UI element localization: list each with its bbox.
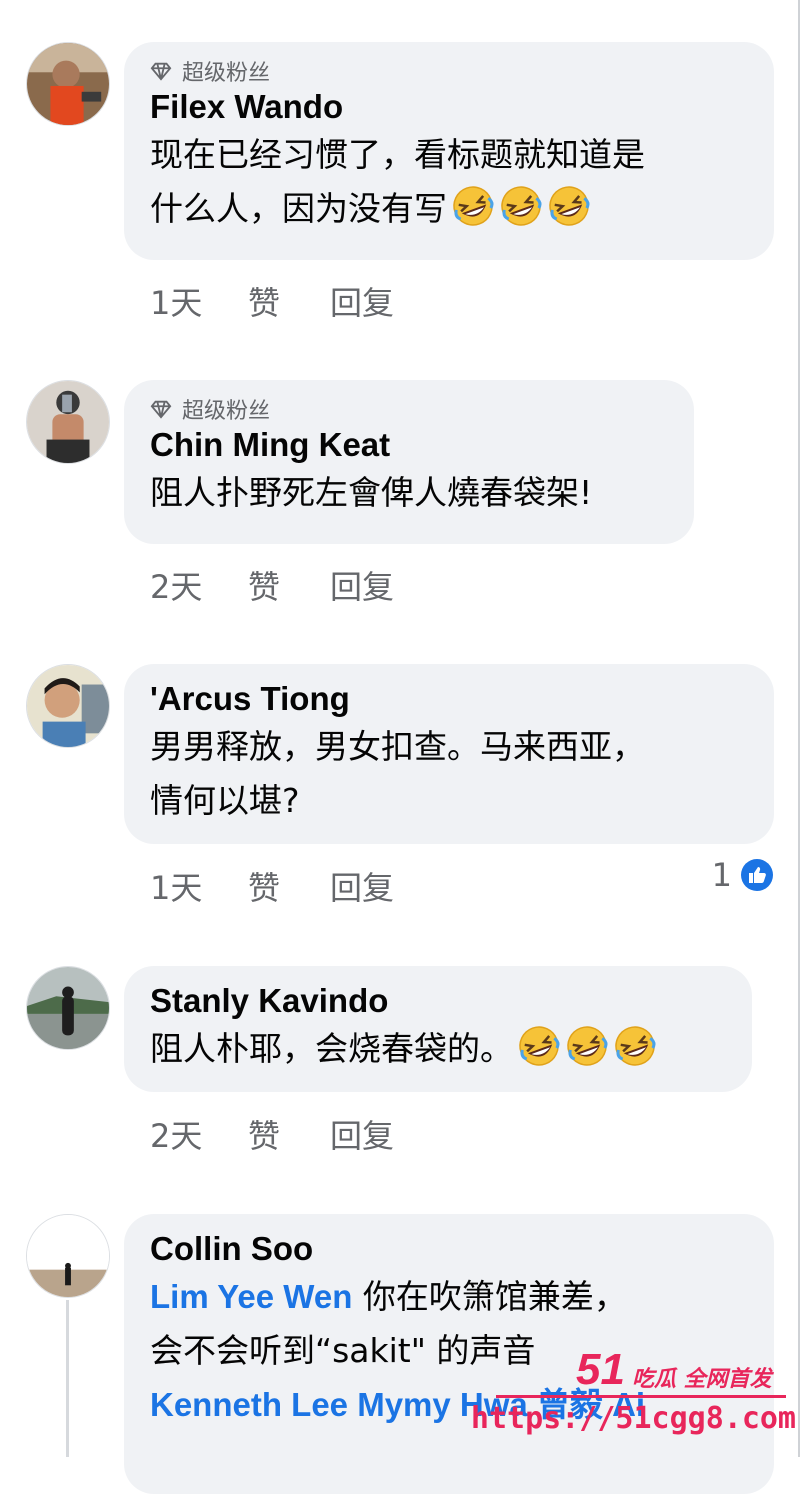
- comment-text-line: 阻人扑野死左會俾人燒春袋架!: [150, 473, 593, 512]
- mention-link[interactable]: Lim Yee Wen: [150, 1278, 352, 1315]
- comment-author[interactable]: Stanly Kavindo: [150, 980, 726, 1022]
- diamond-icon: [150, 400, 172, 419]
- comment-time[interactable]: 1天: [150, 278, 248, 324]
- reply-button[interactable]: 回复: [330, 1111, 394, 1157]
- badge-label: 超级粉丝: [182, 399, 271, 424]
- reply-button[interactable]: 回复: [330, 562, 394, 608]
- avatar[interactable]: [26, 42, 110, 126]
- comment-author[interactable]: Filex Wando: [150, 86, 748, 128]
- like-button[interactable]: 赞: [248, 1111, 330, 1157]
- comment-time[interactable]: 2天: [150, 1111, 248, 1157]
- comment-text: 阻人朴耶，会烧春袋的。: [150, 1029, 513, 1068]
- comment-text: 什么人，因为没有写: [150, 189, 447, 228]
- comment-bubble: Stanly Kavindo 阻人朴耶，会烧春袋的。: [124, 966, 752, 1092]
- comment-text-line: Lim Yee Wen 你在吹箫馆兼差，: [150, 1270, 748, 1324]
- comment-text-line: 阻人朴耶，会烧春袋的。: [150, 1022, 726, 1076]
- comment-text-line: 情何以堪?: [150, 781, 300, 820]
- reaction-count: 1: [711, 856, 732, 894]
- watermark-url: https://51cgg8.com: [470, 1401, 796, 1436]
- like-reaction-icon: [741, 859, 773, 891]
- rolling-laughing-emoji-icon: [519, 1026, 560, 1066]
- comment-time[interactable]: 1天: [150, 863, 248, 909]
- thread-connector: [66, 1300, 69, 1457]
- top-fan-badge: 超级粉丝: [150, 56, 748, 86]
- rolling-laughing-emoji-icon: [567, 1026, 608, 1066]
- avatar[interactable]: [26, 966, 110, 1050]
- rolling-laughing-emoji-icon: [549, 186, 590, 226]
- watermark-logo: 51: [576, 1345, 625, 1394]
- comment-meta: 2天 赞 回复: [150, 562, 394, 608]
- comment-author[interactable]: Collin Soo: [150, 1228, 748, 1270]
- avatar[interactable]: [26, 1214, 110, 1298]
- comment-text-line: 什么人，因为没有写: [150, 182, 748, 236]
- rolling-laughing-emoji-icon: [615, 1026, 656, 1066]
- diamond-icon: [150, 62, 172, 81]
- comment-text-line: 现在已经习惯了，看标题就知道是: [150, 135, 645, 174]
- avatar[interactable]: [26, 664, 110, 748]
- comment-bubble: 超级粉丝 Filex Wando 现在已经习惯了，看标题就知道是 什么人，因为没…: [124, 42, 774, 260]
- like-button[interactable]: 赞: [248, 562, 330, 608]
- reply-button[interactable]: 回复: [330, 863, 394, 909]
- comment-bubble: 'Arcus Tiong 男男释放，男女扣查。马来西亚， 情何以堪?: [124, 664, 774, 844]
- top-fan-badge: 超级粉丝: [150, 394, 668, 424]
- comment-meta: 1天 赞 回复: [150, 278, 394, 324]
- comment-author[interactable]: Chin Ming Keat: [150, 424, 668, 466]
- comment-time[interactable]: 2天: [150, 562, 248, 608]
- reply-button[interactable]: 回复: [330, 278, 394, 324]
- rolling-laughing-emoji-icon: [501, 186, 542, 226]
- like-button[interactable]: 赞: [248, 278, 330, 324]
- badge-label: 超级粉丝: [182, 61, 271, 86]
- comment-meta: 2天 赞 回复: [150, 1111, 394, 1157]
- comment-text: 你在吹箫馆兼差，: [352, 1277, 627, 1316]
- rolling-laughing-emoji-icon: [453, 186, 494, 226]
- avatar[interactable]: [26, 380, 110, 464]
- watermark-tagline: 吃瓜 全网首发: [632, 1367, 772, 1392]
- reaction-summary[interactable]: 1: [712, 856, 774, 894]
- watermark-divider: [496, 1395, 786, 1398]
- comment-text-line: 男男释放，男女扣查。马来西亚，: [150, 727, 645, 766]
- comment-author[interactable]: 'Arcus Tiong: [150, 678, 748, 720]
- watermark: 51 吃瓜 全网首发 https://51cgg8.com: [471, 1345, 796, 1445]
- comment-bubble: 超级粉丝 Chin Ming Keat 阻人扑野死左會俾人燒春袋架!: [124, 380, 694, 544]
- like-button[interactable]: 赞: [248, 863, 330, 909]
- comment-meta: 1天 赞 回复: [150, 863, 394, 909]
